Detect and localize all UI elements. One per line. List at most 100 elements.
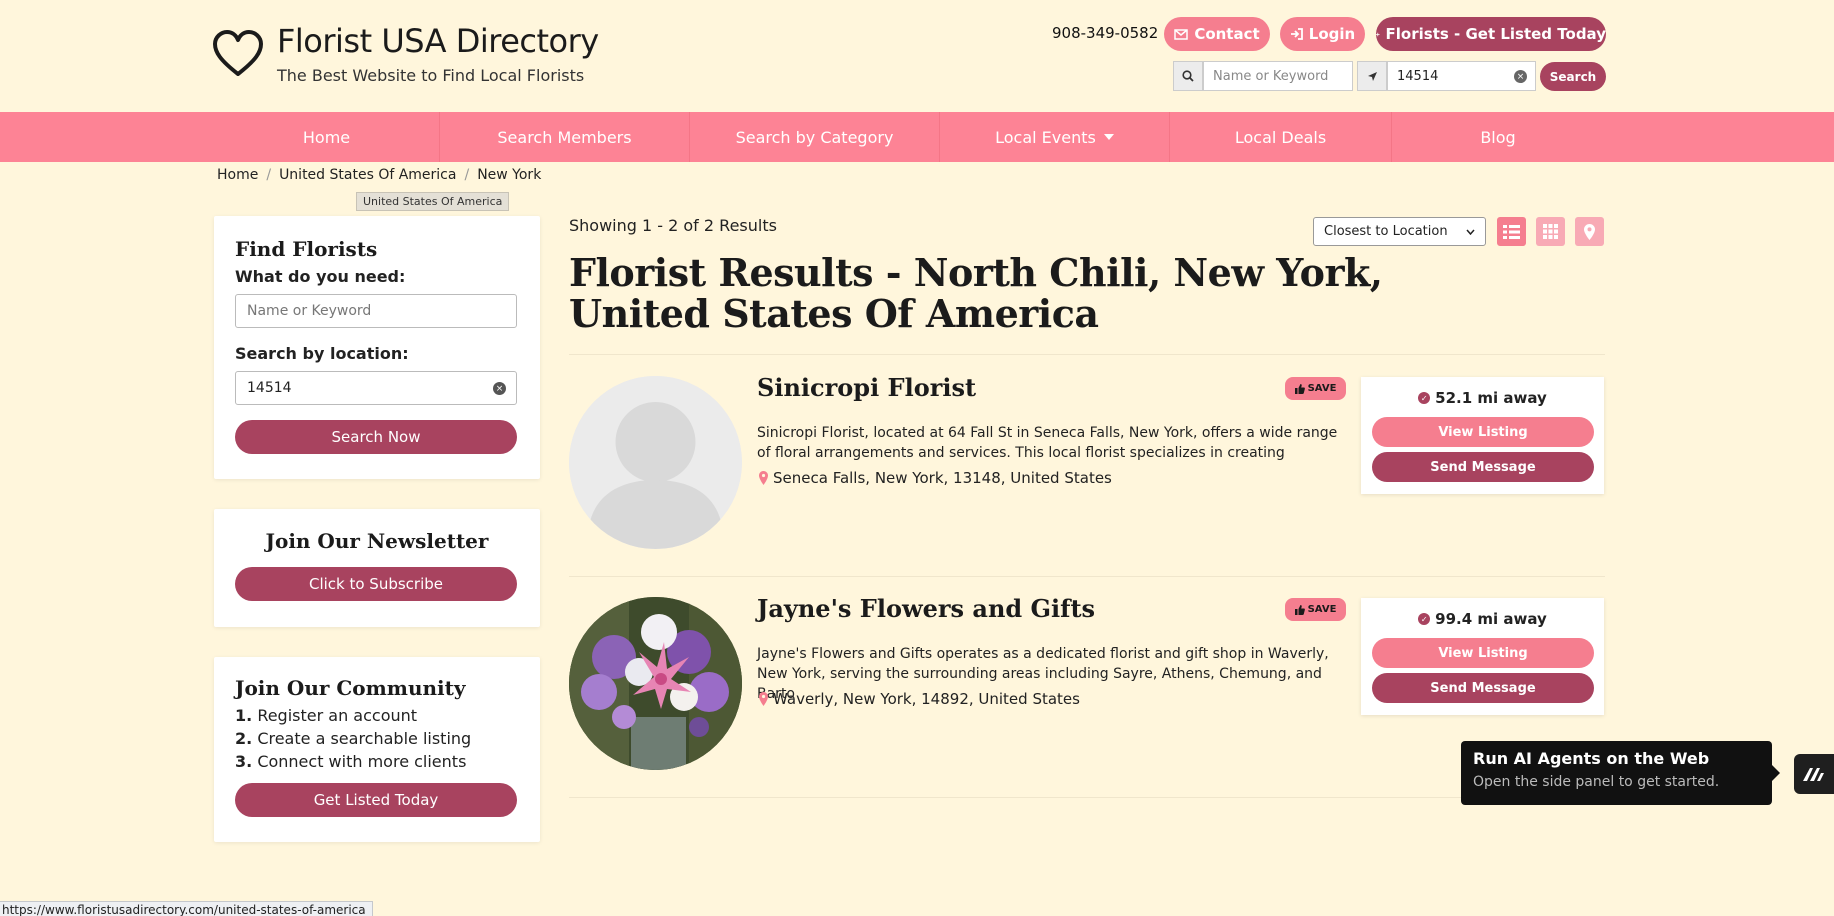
nav-local-events-label: Local Events [995, 127, 1096, 147]
listing-description: Sinicropi Florist, located at 64 Fall St… [757, 425, 1338, 461]
divider [569, 576, 1605, 577]
map-view-icon[interactable] [1575, 217, 1604, 246]
nav-search-by-category[interactable]: Search by Category [690, 112, 940, 162]
step-text: Register an account [257, 706, 418, 725]
step-text: Connect with more clients [257, 752, 467, 771]
ai-popup-subtitle: Open the side panel to get started. [1473, 774, 1720, 790]
plus-icon [1376, 32, 1380, 36]
envelope-icon [1174, 28, 1189, 40]
divider [569, 797, 1605, 798]
breadcrumb-home[interactable]: Home [217, 167, 258, 183]
get-listed-button[interactable]: Florists - Get Listed Today [1376, 17, 1606, 51]
send-message-button[interactable]: Send Message [1372, 673, 1594, 703]
header-location-value: 14514 [1397, 68, 1439, 84]
find-florists-title: Find Florists [235, 237, 378, 261]
contact-button[interactable]: Contact [1164, 17, 1270, 51]
newsletter-title: Join Our Newsletter [265, 529, 489, 553]
nav-search-members-label: Search Members [497, 127, 632, 147]
what-do-you-need-label: What do you need: [235, 267, 406, 286]
breadcrumb-country[interactable]: United States Of America [279, 167, 456, 183]
person-silhouette-icon [569, 376, 742, 549]
location-input[interactable]: 14514 × [235, 371, 517, 405]
send-message-button[interactable]: Send Message [1372, 452, 1594, 482]
step-text: Create a searchable listing [257, 729, 472, 748]
subscribe-button[interactable]: Click to Subscribe [235, 567, 517, 601]
thumbs-up-icon [1294, 604, 1305, 615]
site-header: Florist USA Directory The Best Website t… [0, 0, 1834, 112]
status-bar-url: https://www.floristusadirectory.com/unit… [0, 901, 373, 916]
save-button[interactable]: SAVE [1285, 377, 1346, 400]
flower-bouquet-image [569, 597, 742, 770]
community-step: 1. Register an account [235, 704, 519, 727]
map-pin-icon [759, 692, 768, 706]
nav-local-deals-label: Local Deals [1234, 127, 1327, 147]
community-title: Join Our Community [235, 676, 466, 700]
check-circle-icon: ✓ [1418, 613, 1431, 625]
login-label: Login [1308, 25, 1356, 43]
breadcrumb: Home / United States Of America / New Yo… [217, 167, 541, 183]
header-keyword-input[interactable]: Name or Keyword [1203, 61, 1353, 91]
search-icon [1173, 61, 1203, 91]
divider [569, 354, 1605, 355]
grid-view-icon[interactable] [1536, 217, 1565, 246]
community-steps: 1. Register an account 2. Create a searc… [235, 704, 519, 773]
caret-down-icon [1103, 134, 1114, 140]
get-listed-label: Florists - Get Listed Today [1385, 25, 1606, 43]
listing-distance: ✓ 52.1 mi away [1361, 389, 1604, 407]
nav-home[interactable]: Home [0, 112, 440, 162]
search-now-button[interactable]: Search Now [235, 420, 517, 454]
newsletter-card: Join Our Newsletter Click to Subscribe [214, 509, 540, 627]
listing-name[interactable]: Jayne's Flowers and Gifts [757, 594, 1095, 623]
location-input-value: 14514 [247, 380, 292, 396]
login-icon [1290, 28, 1303, 40]
listing-action-box: ✓ 52.1 mi away View Listing Send Message [1361, 377, 1604, 494]
contact-label: Contact [1194, 25, 1260, 43]
get-listed-today-button[interactable]: Get Listed Today [235, 783, 517, 817]
header-location-input[interactable]: 14514 × [1387, 61, 1536, 91]
clear-icon[interactable]: × [1514, 70, 1527, 83]
nav-local-deals[interactable]: Local Deals [1170, 112, 1392, 162]
view-listing-button[interactable]: View Listing [1372, 417, 1594, 447]
thumbs-up-icon [1294, 383, 1305, 394]
listing-distance-text: 99.4 mi away [1435, 610, 1547, 628]
heart-logo-icon[interactable] [212, 30, 264, 78]
breadcrumb-state: New York [477, 167, 542, 183]
list-view-icon[interactable] [1497, 217, 1526, 246]
save-button[interactable]: SAVE [1285, 598, 1346, 621]
sort-select[interactable]: Closest to Location [1313, 217, 1486, 246]
listing-address-text: Seneca Falls, New York, 13148, United St… [773, 469, 1112, 487]
sort-selected-value: Closest to Location [1324, 224, 1448, 239]
phone-number[interactable]: 908-349-0582 [1052, 24, 1158, 42]
ai-popup-title: Run AI Agents on the Web [1473, 749, 1710, 768]
keyword-input[interactable]: Name or Keyword [235, 294, 517, 328]
listing-photo-flowers[interactable] [569, 597, 742, 770]
site-title[interactable]: Florist USA Directory [277, 22, 599, 60]
login-button[interactable]: Login [1280, 17, 1365, 51]
nav-home-label: Home [302, 127, 351, 147]
clear-icon[interactable]: × [493, 382, 506, 395]
find-florists-card: Find Florists What do you need: Name or … [214, 216, 540, 479]
listing-avatar-placeholder[interactable] [569, 376, 742, 549]
nav-search-members[interactable]: Search Members [440, 112, 690, 162]
step-number: 1. [235, 706, 253, 725]
community-card: Join Our Community 1. Register an accoun… [214, 657, 540, 842]
listing-address: Seneca Falls, New York, 13148, United St… [759, 469, 1112, 487]
ai-agent-icon[interactable] [1794, 754, 1834, 794]
results-title: Florist Results - North Chili, New York,… [569, 250, 1383, 336]
header-search-button[interactable]: Search [1540, 62, 1606, 91]
listing-name[interactable]: Sinicropi Florist [757, 373, 976, 402]
nav-blog[interactable]: Blog [1392, 112, 1604, 162]
ai-agent-popup: Run AI Agents on the Web Open the side p… [1461, 741, 1780, 805]
breadcrumb-separator: / [266, 167, 272, 183]
check-circle-icon: ✓ [1418, 392, 1431, 404]
chevron-down-icon [1466, 229, 1475, 235]
listing-address: Waverly, New York, 14892, United States [759, 690, 1080, 708]
step-number: 2. [235, 729, 253, 748]
breadcrumb-tooltip: United States Of America [356, 192, 510, 211]
nav-local-events[interactable]: Local Events [940, 112, 1170, 162]
view-listing-button[interactable]: View Listing [1372, 638, 1594, 668]
results-count: Showing 1 - 2 of 2 Results [569, 216, 777, 235]
listing-distance-text: 52.1 mi away [1435, 389, 1547, 407]
community-step: 3. Connect with more clients [235, 750, 519, 773]
save-label: SAVE [1307, 604, 1337, 615]
